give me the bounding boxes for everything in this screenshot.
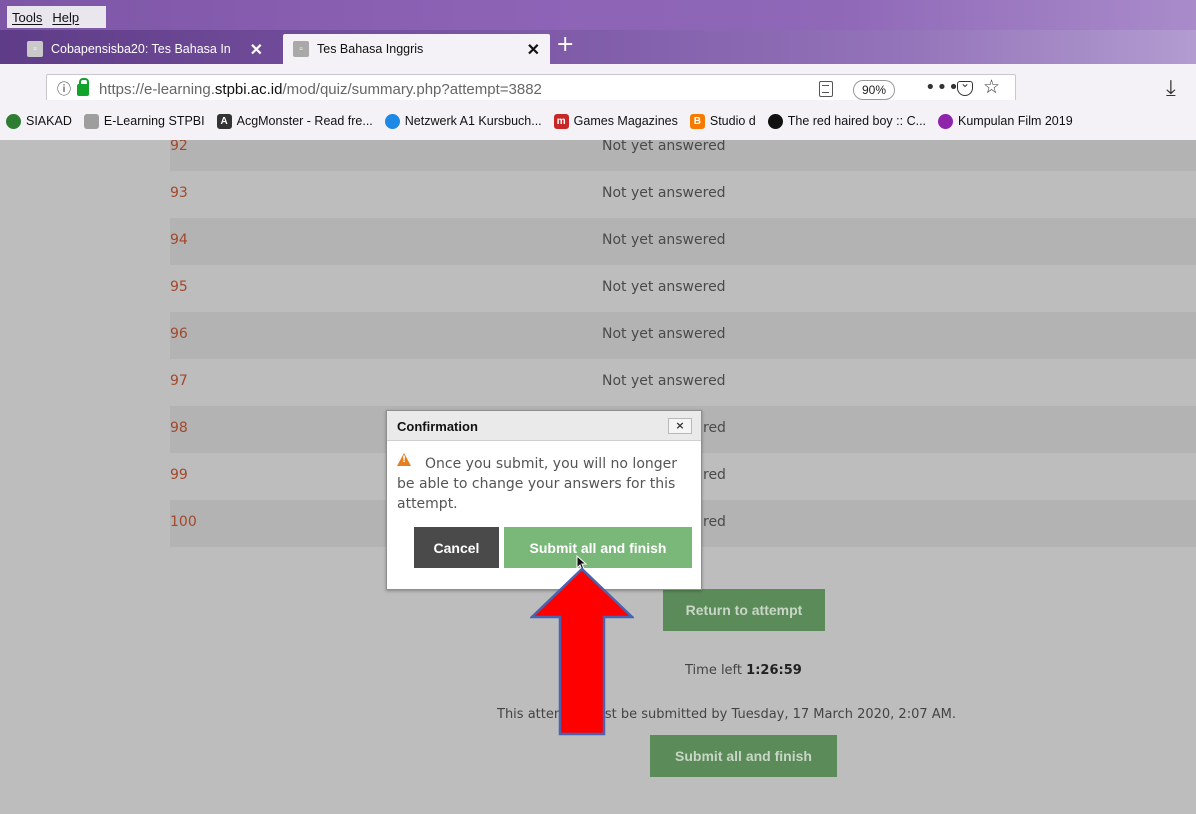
table-row: 96 Not yet answered xyxy=(170,312,1196,359)
bookmark-kumpulan-film[interactable]: Kumpulan Film 2019 xyxy=(938,113,1073,129)
globe-icon xyxy=(6,113,21,129)
tab-close-icon[interactable]: ✕ xyxy=(527,40,540,60)
page-actions-icon[interactable]: ••• xyxy=(925,77,960,98)
page-favicon-icon: ▫ xyxy=(293,41,309,57)
bookmark-games-magazines[interactable]: m Games Magazines xyxy=(553,113,678,129)
pocket-icon[interactable] xyxy=(957,76,973,96)
face-icon xyxy=(767,113,783,129)
bookmark-studio-d[interactable]: B Studio d xyxy=(689,113,756,129)
question-link[interactable]: 92 xyxy=(170,140,188,154)
question-status: red xyxy=(703,467,726,483)
bookmarks-toolbar: SIAKAD E-Learning STPBI A AcgMonster - Re… xyxy=(0,100,1196,140)
bookmark-red-haired-boy[interactable]: The red haired boy :: C... xyxy=(767,113,926,129)
question-status: red xyxy=(703,420,726,436)
question-link[interactable]: 97 xyxy=(170,373,188,389)
table-row: 95 Not yet answered xyxy=(170,265,1196,312)
table-row: 97 Not yet answered xyxy=(170,359,1196,406)
red-arrow-icon xyxy=(530,567,634,736)
tab-close-icon[interactable]: ✕ xyxy=(250,40,263,60)
confirmation-dialog: Confirmation × Once you submit, you will… xyxy=(386,410,702,590)
question-link[interactable]: 98 xyxy=(170,420,188,436)
bookmark-acgmonster[interactable]: A AcgMonster - Read fre... xyxy=(216,113,373,129)
question-link[interactable]: 99 xyxy=(170,467,188,483)
question-status: Not yet answered xyxy=(602,373,726,389)
question-status: Not yet answered xyxy=(602,140,726,154)
bookmark-siakad[interactable]: SIAKAD xyxy=(6,113,72,129)
info-icon[interactable]: ⓘ xyxy=(57,79,71,99)
question-link[interactable]: 96 xyxy=(170,326,188,342)
tab-label: Tes Bahasa Inggris xyxy=(317,42,424,56)
netzwerk-icon xyxy=(384,113,400,129)
menu-tools[interactable]: Tools xyxy=(7,10,47,25)
menu-help[interactable]: Help xyxy=(47,10,84,25)
film-icon xyxy=(938,113,954,129)
download-icon[interactable]: ⤓ xyxy=(1166,76,1176,101)
submit-all-and-finish-button[interactable]: Submit all and finish xyxy=(504,527,692,568)
reader-view-icon[interactable] xyxy=(819,81,833,97)
magazine-icon: m xyxy=(553,113,569,129)
blogger-icon: B xyxy=(689,113,705,129)
new-tab-button[interactable]: + xyxy=(556,32,574,57)
question-link[interactable]: 100 xyxy=(170,514,197,530)
question-status: Not yet answered xyxy=(602,185,726,201)
close-icon[interactable]: × xyxy=(668,418,692,434)
tab-tes-bahasa-inggris[interactable]: ▫ Tes Bahasa Inggris ✕ xyxy=(283,34,550,64)
bookmark-star-icon[interactable]: ☆ xyxy=(983,76,1000,98)
acg-icon: A xyxy=(216,113,232,129)
question-status: Not yet answered xyxy=(602,279,726,295)
dialog-header: Confirmation × xyxy=(387,411,701,441)
question-link[interactable]: 95 xyxy=(170,279,188,295)
page-icon xyxy=(83,113,99,129)
bookmark-netzwerk[interactable]: Netzwerk A1 Kursbuch... xyxy=(384,113,542,129)
cancel-button[interactable]: Cancel xyxy=(414,527,499,568)
question-link[interactable]: 94 xyxy=(170,232,188,248)
time-left-value: 1:26:59 xyxy=(746,663,802,678)
lock-icon[interactable] xyxy=(77,78,89,96)
dialog-message: Once you submit, you will no longer be a… xyxy=(397,456,678,512)
table-row: 94 Not yet answered xyxy=(170,218,1196,265)
dialog-title: Confirmation xyxy=(397,419,478,434)
tab-bar: ▫ Cobapensisba20: Tes Bahasa In ✕ ▫ Tes … xyxy=(0,30,1196,64)
menu-strip: Tools Help xyxy=(7,6,106,28)
question-status: Not yet answered xyxy=(602,326,726,342)
submit-all-page-button[interactable]: Submit all and finish xyxy=(650,735,837,777)
page-favicon-icon: ▫ xyxy=(27,41,43,57)
question-status: Not yet answered xyxy=(602,232,726,248)
question-status: red xyxy=(703,514,726,530)
tab-label: Cobapensisba20: Tes Bahasa In xyxy=(51,42,231,56)
url-text[interactable]: https://e-learning.stpbi.ac.id/mod/quiz/… xyxy=(99,81,542,98)
table-row: 92 Not yet answered xyxy=(170,140,1196,171)
table-row: 93 Not yet answered xyxy=(170,171,1196,218)
tab-cobapensisba[interactable]: ▫ Cobapensisba20: Tes Bahasa In ✕ xyxy=(17,34,273,64)
menu-bar: Tools Help xyxy=(0,0,1196,30)
time-left: Time left 1:26:59 xyxy=(685,663,802,678)
return-to-attempt-button[interactable]: Return to attempt xyxy=(663,589,825,631)
zoom-indicator[interactable]: 90% xyxy=(853,80,896,100)
bookmark-elearning[interactable]: E-Learning STPBI xyxy=(83,113,205,129)
question-link[interactable]: 93 xyxy=(170,185,188,201)
